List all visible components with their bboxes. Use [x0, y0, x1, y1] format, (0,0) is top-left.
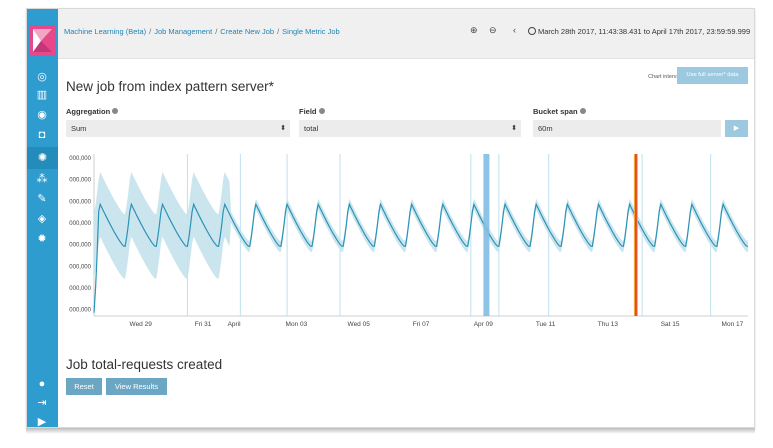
bucket-span-value: 60m — [538, 124, 553, 133]
timelion-icon[interactable]: ◘ — [34, 128, 50, 142]
x-tick-label: Fri 07 — [413, 321, 430, 328]
top-nav-bar: Machine Learning (Beta) / Job Management / C… — [58, 9, 754, 59]
single-metric-chart[interactable]: 000,000 000,000 000,000 000,000 000,000 000,0… — [58, 146, 755, 346]
breadcrumb: Machine Learning (Beta) / Job Management / C… — [64, 27, 340, 36]
anomaly-marker-critical — [634, 154, 637, 316]
breadcrumb-job-management[interactable]: Job Management — [154, 27, 212, 36]
visualize-icon[interactable]: ▥ — [34, 88, 50, 102]
y-tick-label: 000,000 — [69, 178, 91, 184]
y-tick-label: 000,000 — [69, 199, 91, 205]
info-icon — [579, 108, 586, 114]
field-label: Field — [299, 107, 325, 116]
dev-tools-icon[interactable]: ✎ — [34, 192, 50, 206]
dashboard-icon[interactable]: ◉ — [34, 108, 50, 122]
machine-learning-icon[interactable]: ✺ — [27, 147, 58, 169]
breadcrumb-single-metric: Single Metric Job — [282, 27, 340, 36]
reset-button[interactable]: Reset — [66, 378, 102, 395]
breadcrumb-ml[interactable]: Machine Learning (Beta) — [64, 27, 146, 36]
x-tick-label: Tue 11 — [536, 321, 556, 328]
bucket-span-label-text: Bucket span — [533, 107, 578, 116]
y-tick-label: 000,000 — [69, 308, 91, 314]
user-icon[interactable]: ● — [34, 377, 50, 391]
x-tick-label: Wed 29 — [130, 321, 153, 328]
aggregation-select[interactable]: Sum ⬍ — [66, 120, 290, 137]
discover-icon[interactable]: ◎ — [34, 70, 50, 84]
aggregation-label: Aggregation — [66, 107, 119, 116]
kibana-logo[interactable] — [29, 25, 56, 56]
x-tick-label: Fri 31 — [195, 321, 212, 328]
y-tick-label: 000,000 — [69, 156, 91, 162]
info-icon — [318, 108, 325, 114]
monitoring-icon[interactable]: ◈ — [34, 212, 50, 226]
window-shadow — [26, 428, 755, 434]
info-icon — [112, 108, 119, 114]
zoom-out-icon[interactable]: ⊖ — [489, 25, 497, 36]
view-results-button[interactable]: View Results — [106, 378, 167, 395]
x-tick-label: Apr 09 — [474, 321, 494, 328]
aggregation-value: Sum — [71, 124, 87, 133]
settings-gear-icon[interactable]: ✹ — [34, 232, 50, 246]
run-button[interactable]: ▶ — [725, 120, 748, 137]
aggregation-label-text: Aggregation — [66, 107, 111, 116]
field-value: total — [304, 124, 319, 133]
field-select[interactable]: total ⬍ — [299, 120, 521, 137]
x-tick-label: Thu 13 — [598, 321, 619, 328]
clock-icon — [528, 27, 536, 35]
time-back-icon[interactable]: ‹ — [513, 25, 516, 35]
x-tick-label: Sat 15 — [661, 321, 680, 328]
x-tick-label: Wed 05 — [348, 321, 371, 328]
x-tick-label: Mon 03 — [286, 321, 308, 328]
collapse-icon[interactable]: ▶ — [34, 415, 50, 427]
logout-icon[interactable]: ⇥ — [34, 396, 50, 410]
bucket-span-label: Bucket span — [533, 107, 586, 116]
x-tick-label: April — [228, 321, 242, 328]
zoom-in-icon[interactable]: ⊕ — [470, 25, 478, 36]
field-label-text: Field — [299, 107, 317, 116]
select-caret-icon: ⬍ — [280, 125, 286, 132]
anomaly-marker-warning — [483, 154, 490, 316]
breadcrumb-create-new-job[interactable]: Create New Job — [220, 27, 274, 36]
y-tick-label: 000,000 — [69, 264, 91, 270]
time-range-text: March 28th 2017, 11:43:38.431 to April 1… — [538, 27, 751, 36]
main-content: New job from index pattern server* Chart… — [58, 60, 754, 427]
time-range-picker[interactable]: March 28th 2017, 11:43:38.431 to April 1… — [528, 27, 750, 36]
play-icon: ▶ — [733, 125, 740, 132]
sidebar-nav: ◎ ▥ ◉ ◘ ✺ ⁂ ✎ ◈ ✹ ● ⇥ ▶ — [27, 9, 58, 427]
page-title: New job from index pattern server* — [66, 79, 274, 94]
y-tick-label: 000,000 — [69, 286, 91, 292]
y-tick-label: 000,000 — [69, 221, 91, 227]
job-created-title: Job total-requests created — [66, 357, 223, 372]
bucket-span-input[interactable]: 60m — [533, 120, 721, 137]
use-full-data-button[interactable]: Use full server* data — [677, 67, 748, 84]
x-tick-label: Mon 17 — [722, 321, 744, 328]
model-bounds-band — [94, 171, 748, 279]
graph-icon[interactable]: ⁂ — [34, 172, 50, 186]
y-tick-label: 000,000 — [69, 243, 91, 249]
select-caret-icon: ⬍ — [511, 125, 517, 132]
app-window: ◎ ▥ ◉ ◘ ✺ ⁂ ✎ ◈ ✹ ● ⇥ ▶ Machine Learning… — [26, 8, 755, 428]
